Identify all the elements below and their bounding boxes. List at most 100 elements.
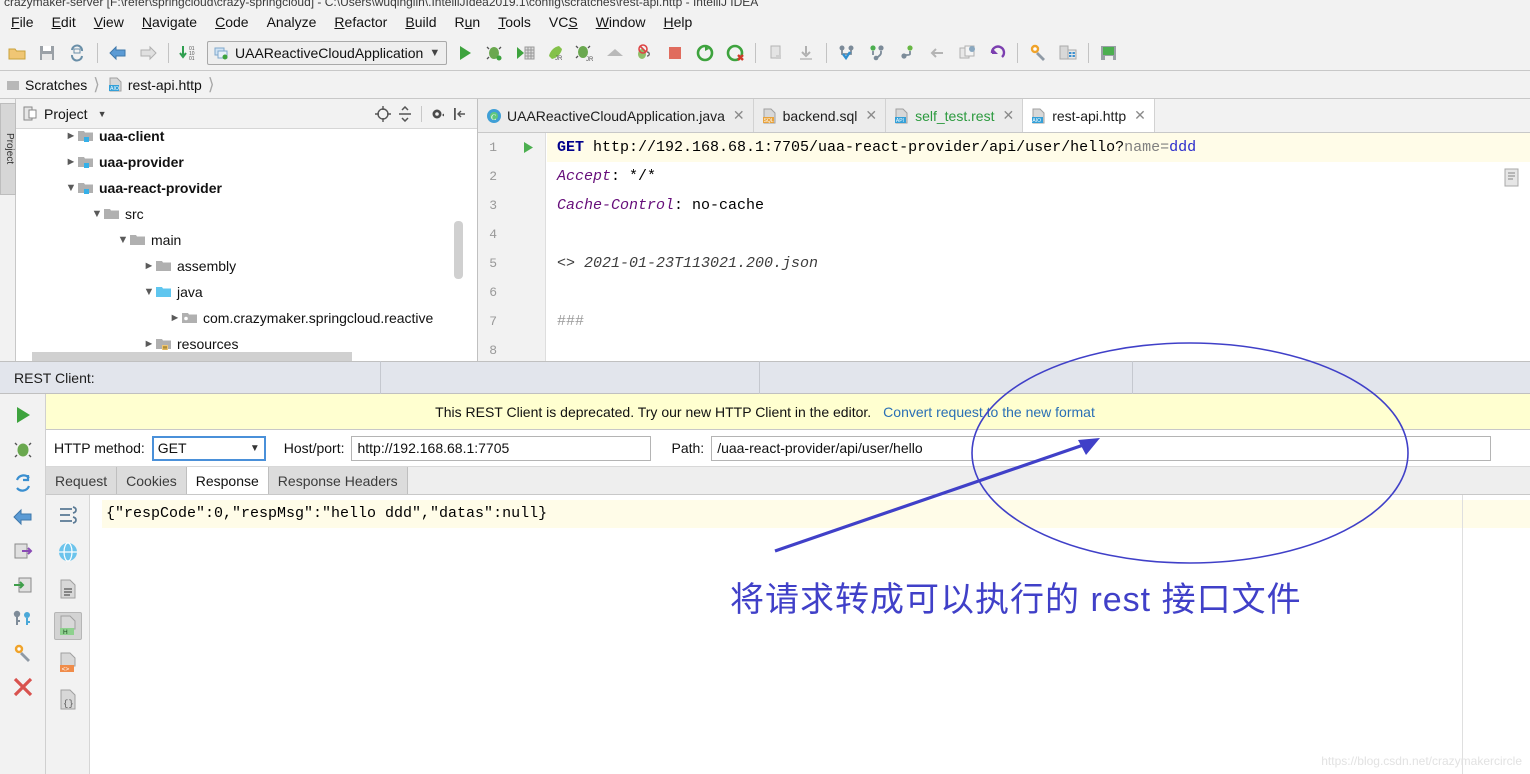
back-icon[interactable] xyxy=(10,504,36,530)
tab-cookies[interactable]: Cookies xyxy=(117,467,187,494)
import-icon[interactable] xyxy=(10,572,36,598)
settings-icon[interactable] xyxy=(1024,39,1052,67)
chevron-down-icon[interactable]: ▼ xyxy=(250,443,260,454)
chevron-right-icon[interactable]: ► xyxy=(142,260,156,272)
tree-row-main[interactable]: ▼ main xyxy=(16,227,477,253)
menu-window[interactable]: Window xyxy=(587,11,655,33)
close-icon[interactable]: ✕ xyxy=(865,107,877,124)
menu-navigate[interactable]: Navigate xyxy=(133,11,206,33)
menu-edit[interactable]: Edit xyxy=(43,11,85,33)
export-icon[interactable] xyxy=(10,538,36,564)
editor-tab-java[interactable]: C UAAReactiveCloudApplication.java ✕ xyxy=(478,99,754,132)
run-with-coverage-icon[interactable] xyxy=(511,39,539,67)
tree-row-assembly[interactable]: ► assembly xyxy=(16,253,477,279)
xml-view-icon[interactable]: <> xyxy=(54,649,82,677)
close-icon[interactable] xyxy=(10,674,36,700)
tab-response[interactable]: Response xyxy=(186,467,269,494)
convert-request-link[interactable]: Convert request to the new format xyxy=(883,404,1095,420)
run-jrebel-icon[interactable]: JR xyxy=(541,39,569,67)
project-structure-icon[interactable] xyxy=(1054,39,1082,67)
editor-tab-http[interactable]: AIO rest-api.http ✕ xyxy=(1023,99,1155,132)
tree-row-java[interactable]: ▼ java xyxy=(16,279,477,305)
forward-arrow-icon[interactable] xyxy=(134,39,162,67)
tab-response-headers[interactable]: Response Headers xyxy=(268,467,408,494)
menu-view[interactable]: View xyxy=(85,11,133,33)
vcs-push-icon[interactable] xyxy=(893,39,921,67)
menu-refactor[interactable]: Refactor xyxy=(325,11,396,33)
module-icon[interactable] xyxy=(762,39,790,67)
host-port-input[interactable]: http://192.168.68.1:7705 xyxy=(351,435,652,461)
text-view-icon[interactable] xyxy=(54,575,82,603)
run-icon[interactable] xyxy=(451,39,479,67)
debug-jrebel-icon[interactable]: JR xyxy=(571,39,599,67)
chevron-down-icon[interactable]: ▼ xyxy=(64,182,78,194)
tree-row-src[interactable]: ▼ src xyxy=(16,201,477,227)
menu-build[interactable]: Build xyxy=(396,11,445,33)
chevron-right-icon[interactable]: ► xyxy=(142,338,156,350)
reload-icon[interactable] xyxy=(10,470,36,496)
path-input[interactable]: /uaa-react-provider/api/user/hello xyxy=(711,435,1492,461)
open-folder-icon[interactable] xyxy=(3,39,31,67)
menu-vcs[interactable]: VCS xyxy=(540,11,587,33)
editor-tab-rest[interactable]: API self_test.rest ✕ xyxy=(886,99,1024,132)
tab-request[interactable]: Request xyxy=(46,467,118,494)
breadcrumb-item-scratches[interactable]: Scratches xyxy=(0,77,91,93)
editor-inspection-icon[interactable] xyxy=(1502,167,1524,192)
close-icon[interactable]: ✕ xyxy=(1002,107,1014,124)
menu-code[interactable]: Code xyxy=(206,11,257,33)
menu-analyze[interactable]: Analyze xyxy=(258,11,326,33)
editor-gutter[interactable]: 1 2 3 4 5 6 7 8 xyxy=(478,133,546,361)
project-tree-scrollbar[interactable] xyxy=(454,221,463,279)
run-configuration-selector[interactable]: UAAReactiveCloudApplication ▼ xyxy=(207,41,448,65)
chevron-right-icon[interactable]: ► xyxy=(64,130,78,142)
menu-file[interactable]: FFileile xyxy=(2,11,43,33)
back-arrow-icon[interactable] xyxy=(104,39,132,67)
tree-row-uaa-client[interactable]: ► uaa-client xyxy=(16,129,477,149)
chevron-down-icon[interactable]: ▼ xyxy=(142,286,156,298)
menu-help[interactable]: Help xyxy=(655,11,702,33)
gear-icon[interactable] xyxy=(427,103,449,125)
breadcrumb-item-file[interactable]: AIO rest-api.http xyxy=(102,77,206,93)
debug-icon[interactable] xyxy=(481,39,509,67)
close-icon[interactable]: ✕ xyxy=(733,107,745,124)
compare-icon[interactable] xyxy=(953,39,981,67)
hide-panel-icon[interactable] xyxy=(449,103,471,125)
save-all-icon[interactable] xyxy=(33,39,61,67)
code-editor[interactable]: 1 2 3 4 5 6 7 8 GET http://192.168.68.1:… xyxy=(478,133,1530,361)
undo-icon[interactable] xyxy=(983,39,1011,67)
locate-icon[interactable] xyxy=(372,103,394,125)
tree-row-uaa-react-provider[interactable]: ▼ uaa-react-provider xyxy=(16,175,477,201)
stop-icon[interactable] xyxy=(661,39,689,67)
menu-run[interactable]: Run xyxy=(445,11,489,33)
run-icon[interactable] xyxy=(10,402,36,428)
reformat-icon[interactable] xyxy=(54,501,82,529)
sync-icon[interactable] xyxy=(63,39,91,67)
update-project-icon[interactable]: 01 10 01 xyxy=(175,39,203,67)
chevron-down-icon[interactable]: ▼ xyxy=(90,208,104,220)
keys-icon[interactable] xyxy=(10,606,36,632)
browser-icon[interactable] xyxy=(54,538,82,566)
chevron-down-icon[interactable]: ▼ xyxy=(429,47,440,59)
profile-icon[interactable] xyxy=(601,39,629,67)
chevron-right-icon[interactable]: ► xyxy=(64,156,78,168)
debug-icon[interactable] xyxy=(10,436,36,462)
tree-row-uaa-provider[interactable]: ► uaa-provider xyxy=(16,149,477,175)
project-tree-hscrollbar[interactable] xyxy=(32,352,352,361)
reload-icon[interactable] xyxy=(691,39,719,67)
vcs-rollback-icon[interactable] xyxy=(923,39,951,67)
chevron-right-icon[interactable]: ► xyxy=(168,312,182,324)
close-icon[interactable]: ✕ xyxy=(1134,107,1146,124)
reload-stop-icon[interactable] xyxy=(721,39,749,67)
download-icon[interactable] xyxy=(792,39,820,67)
collapse-all-icon[interactable] xyxy=(394,103,416,125)
vcs-commit-icon[interactable] xyxy=(863,39,891,67)
chevron-down-icon[interactable]: ▼ xyxy=(98,109,107,119)
vcs-update-icon[interactable] xyxy=(833,39,861,67)
html-view-icon[interactable]: H xyxy=(53,612,82,640)
run-request-gutter-icon[interactable] xyxy=(522,141,535,157)
tree-row-package[interactable]: ► com.crazymaker.springcloud.reactive xyxy=(16,305,477,331)
http-method-select[interactable]: GET ▼ xyxy=(151,435,266,461)
chevron-down-icon[interactable]: ▼ xyxy=(116,234,130,246)
response-body-panel[interactable]: {"respCode":0,"respMsg":"hello ddd","dat… xyxy=(90,495,1530,774)
editor-tab-sql[interactable]: SQL backend.sql ✕ xyxy=(753,99,887,132)
